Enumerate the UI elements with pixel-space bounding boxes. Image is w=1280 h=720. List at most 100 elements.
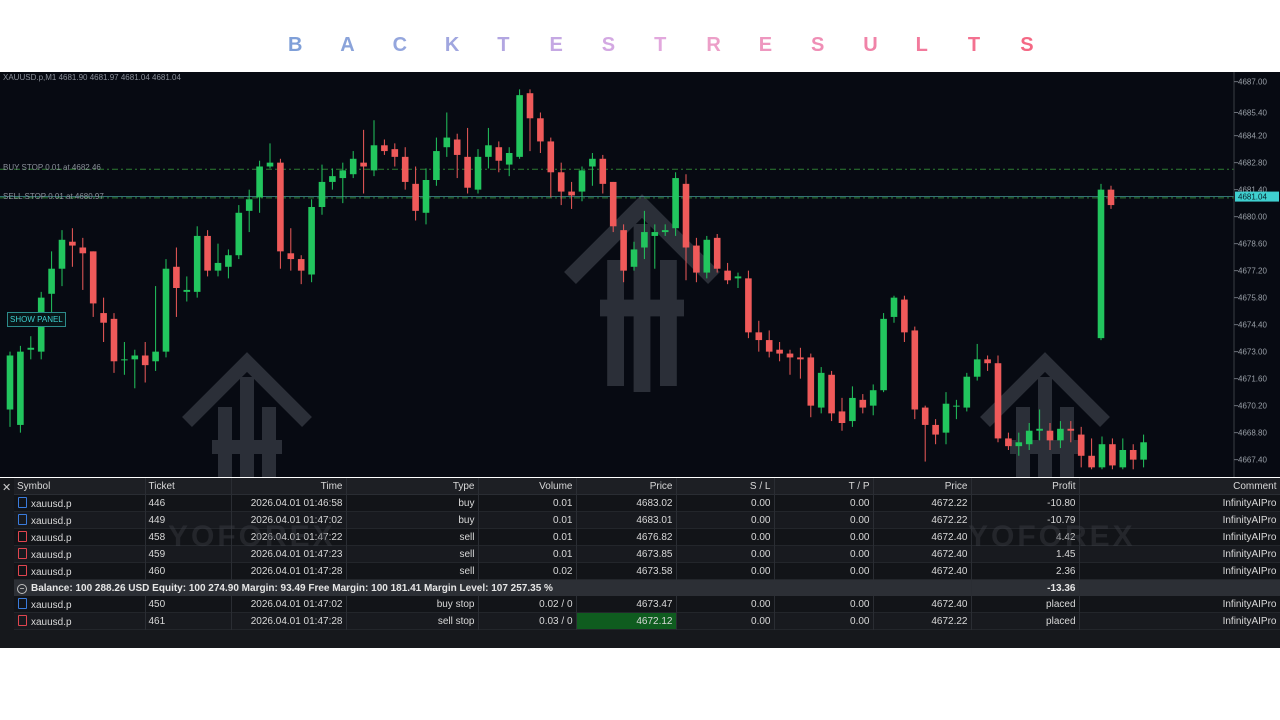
candle-body [131, 355, 139, 360]
sl-cell: 0.00 [676, 511, 775, 529]
title-letter: E [758, 34, 773, 56]
buy-order-icon [18, 496, 27, 508]
candle-body [370, 145, 378, 171]
candle-body [713, 237, 721, 269]
candle-body [193, 235, 201, 292]
candle-body [214, 262, 222, 271]
buy-order-icon [18, 597, 27, 609]
volume-cell: 0.02 [478, 562, 577, 580]
candle-body [225, 255, 232, 267]
candle-body [1067, 428, 1075, 431]
title-letter: T [497, 34, 510, 56]
candle-body [724, 270, 731, 281]
column-header[interactable]: Volume [478, 478, 577, 495]
candle-body [641, 232, 648, 248]
column-header[interactable]: Comment [1079, 478, 1280, 495]
position-row[interactable]: xauusd.p 460 2026.04.01 01:47:28 sell 0.02 46… [14, 562, 1280, 580]
candle-body [953, 405, 960, 407]
candle-body [6, 355, 14, 410]
candle-body [1140, 442, 1147, 460]
candle-body [516, 95, 523, 157]
candle-body [869, 390, 877, 406]
symbol-text: xauusd.p [31, 566, 72, 578]
candle-body [745, 278, 752, 333]
price-chart[interactable]: 4687.00 4685.40 4684.20 4682.80 4681.40 4680.… [0, 72, 1280, 477]
candle-body [807, 357, 815, 406]
candle-body [932, 424, 939, 435]
position-row[interactable]: xauusd.p 446 2026.04.01 01:46:58 buy 0.01 468… [14, 494, 1280, 512]
candle-body [349, 158, 357, 175]
candle-body [412, 183, 419, 211]
time-cell: 2026.04.01 01:46:58 [231, 494, 347, 512]
price-cell: 4676.82 [576, 528, 677, 546]
candle-body [609, 181, 617, 227]
candle-body [1097, 189, 1105, 339]
watermark-text-right: YOFOREX [968, 520, 1136, 553]
candle-body [776, 349, 783, 354]
title-letter: S [601, 34, 616, 56]
collapse-icon[interactable]: − [17, 583, 27, 594]
comment-cell: InfinityAIPro [1079, 494, 1280, 512]
column-header[interactable]: Symbol [14, 478, 146, 495]
candle-body [27, 347, 35, 350]
sell-stop-label: SELL STOP 0.01 at 4680.97 [3, 192, 104, 201]
type-cell: sell [346, 528, 479, 546]
candle-body [360, 162, 367, 167]
column-header[interactable]: Ticket [145, 478, 232, 495]
type-cell: sell [346, 545, 479, 563]
buy-order-icon [18, 513, 27, 525]
price2-cell: 4672.22 [873, 612, 972, 630]
candle-body [1036, 428, 1043, 431]
candle-body [1129, 450, 1137, 460]
volume-cell: 0.01 [478, 511, 577, 529]
price2-cell: 4672.40 [873, 562, 972, 580]
candle-body [287, 253, 295, 260]
candle-body [557, 172, 565, 192]
symbol-text: xauusd.p [31, 549, 72, 561]
account-summary-row: − Balance: 100 288.26 USD Equity: 100 274… [14, 579, 1280, 596]
title-letter: T [967, 34, 981, 56]
candle-body [297, 259, 305, 271]
volume-cell: 0.01 [478, 545, 577, 563]
candle-body [401, 156, 409, 182]
account-summary: − Balance: 100 288.26 USD Equity: 100 274… [14, 579, 972, 596]
candle-body [183, 289, 191, 292]
time-cell: 2026.04.01 01:47:28 [231, 562, 347, 580]
column-header[interactable]: Price [576, 478, 677, 495]
show-panel-button[interactable]: SHOW PANEL [7, 312, 66, 327]
candle-body [1025, 430, 1033, 445]
price-tick-label: 4678.60 [1238, 240, 1267, 249]
price-tick-label: 4675.80 [1238, 294, 1267, 303]
profit-cell: -10.80 [971, 494, 1080, 512]
title-letter: R [706, 34, 721, 56]
candle-body [921, 407, 929, 425]
pending-order-row[interactable]: xauusd.p 450 2026.04.01 01:47:02 buy stop 0.… [14, 596, 1280, 613]
column-header[interactable]: Type [346, 478, 479, 495]
symbol-cell: xauusd.p [14, 596, 146, 613]
price-tick-label: 4684.20 [1238, 132, 1267, 141]
column-header[interactable]: Profit [971, 478, 1080, 495]
sell-order-icon [18, 530, 27, 542]
candle-body [661, 230, 669, 233]
candle-body [1077, 434, 1085, 456]
candle-body [589, 158, 596, 167]
pending-order-row[interactable]: xauusd.p 461 2026.04.01 01:47:28 sell stop 0… [14, 612, 1280, 630]
column-header[interactable]: Price [873, 478, 972, 495]
column-header[interactable]: Time [231, 478, 347, 495]
candle-body [651, 232, 659, 236]
price-tick-label: 4671.60 [1238, 375, 1267, 384]
column-header[interactable]: T / P [774, 478, 874, 495]
type-cell: buy [346, 511, 479, 529]
close-icon[interactable]: ✕ [2, 481, 11, 494]
total-profit: -13.36 [971, 579, 1080, 596]
candle-body [973, 359, 981, 377]
profit-cell: placed [971, 596, 1080, 613]
candle-body [1057, 428, 1064, 441]
candle-body [755, 332, 763, 341]
price-cell: 4672.12 [576, 612, 677, 630]
candle-body [162, 268, 170, 352]
type-cell: buy [346, 494, 479, 512]
summary-empty-cell [1079, 579, 1280, 596]
title-letter: A [340, 34, 355, 56]
column-header[interactable]: S / L [676, 478, 775, 495]
